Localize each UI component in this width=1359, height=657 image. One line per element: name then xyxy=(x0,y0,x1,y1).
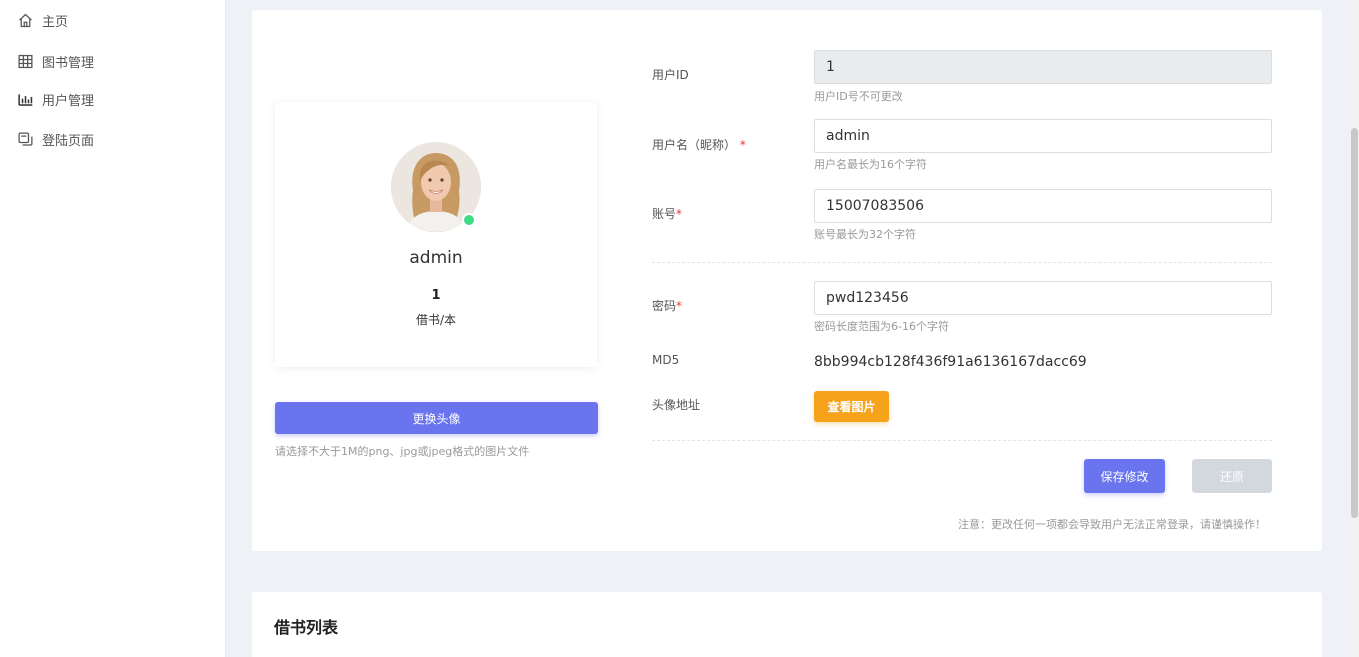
sidebar-item-label: 主页 xyxy=(42,15,69,30)
required-mark: * xyxy=(676,299,683,313)
reset-button[interactable]: 还原 xyxy=(1192,459,1272,493)
form-divider xyxy=(652,262,1272,263)
username-hint: 用户名最长为16个字符 xyxy=(814,158,927,171)
password-label-text: 密码 xyxy=(652,299,677,313)
username-label-text: 用户名（昵称） xyxy=(652,138,737,152)
borrow-count: 1 xyxy=(431,288,441,303)
account-label-text: 账号 xyxy=(652,207,677,221)
sidebar-item-label: 用户管理 xyxy=(42,94,95,109)
sidebar-item-home[interactable]: 主页 xyxy=(16,11,68,30)
required-mark: * xyxy=(676,207,683,221)
sidebar: 主页 图书管理 用户管理 登陆页面 xyxy=(0,0,226,657)
profile-card: admin 1 借书/本 xyxy=(275,102,597,367)
account-hint: 账号最长为32个字符 xyxy=(814,228,916,241)
borrow-count-label: 借书/本 xyxy=(415,313,457,327)
borrow-list-title: 借书列表 xyxy=(274,618,339,637)
sidebar-item-label: 登陆页面 xyxy=(42,134,95,149)
user-id-label: 用户ID xyxy=(652,68,689,82)
password-label: 密码* xyxy=(652,297,682,314)
password-field[interactable] xyxy=(814,281,1272,315)
sidebar-item-book-management[interactable]: 图书管理 xyxy=(16,52,94,71)
page-scrollbar[interactable] xyxy=(1350,0,1359,657)
avatar-file-hint: 请选择不大于1M的png、jpg或jpeg格式的图片文件 xyxy=(275,445,530,458)
view-image-button[interactable]: 查看图片 xyxy=(814,391,889,422)
user-detail-card: admin 1 借书/本 更换头像 请选择不大于1M的png、jpg或jpeg格… xyxy=(252,10,1322,551)
md5-value: 8bb994cb128f436f91a6136167dacc69 xyxy=(814,354,1087,370)
online-status-dot xyxy=(462,213,476,227)
sidebar-item-user-management[interactable]: 用户管理 xyxy=(16,90,94,109)
save-changes-button[interactable]: 保存修改 xyxy=(1084,459,1165,493)
username-field[interactable] xyxy=(814,119,1272,153)
change-avatar-button[interactable]: 更换头像 xyxy=(275,402,598,434)
username-label: 用户名（昵称） * xyxy=(652,136,746,153)
password-hint: 密码长度范围为6-16个字符 xyxy=(814,320,949,333)
user-id-field[interactable] xyxy=(814,50,1272,84)
sidebar-item-label: 图书管理 xyxy=(42,56,95,71)
sidebar-item-login-page[interactable]: 登陆页面 xyxy=(16,130,94,149)
account-label: 账号* xyxy=(652,205,682,222)
borrow-list-card: 借书列表 xyxy=(252,592,1322,657)
avatar-url-label: 头像地址 xyxy=(652,398,701,412)
table-icon xyxy=(16,53,34,71)
user-id-hint: 用户ID号不可更改 xyxy=(814,90,903,103)
home-icon xyxy=(16,12,34,30)
md5-label: MD5 xyxy=(652,353,680,367)
account-field[interactable] xyxy=(814,189,1272,223)
warning-notice: 注意：更改任何一项都会导致用户无法正常登录，请谨慎操作！ xyxy=(958,518,1266,531)
scrollbar-thumb[interactable] xyxy=(1351,128,1358,518)
bar-chart-icon xyxy=(16,91,34,109)
copy-icon xyxy=(16,131,34,149)
required-mark: * xyxy=(739,138,746,152)
profile-name: admin xyxy=(409,248,463,268)
form-divider xyxy=(652,440,1272,441)
